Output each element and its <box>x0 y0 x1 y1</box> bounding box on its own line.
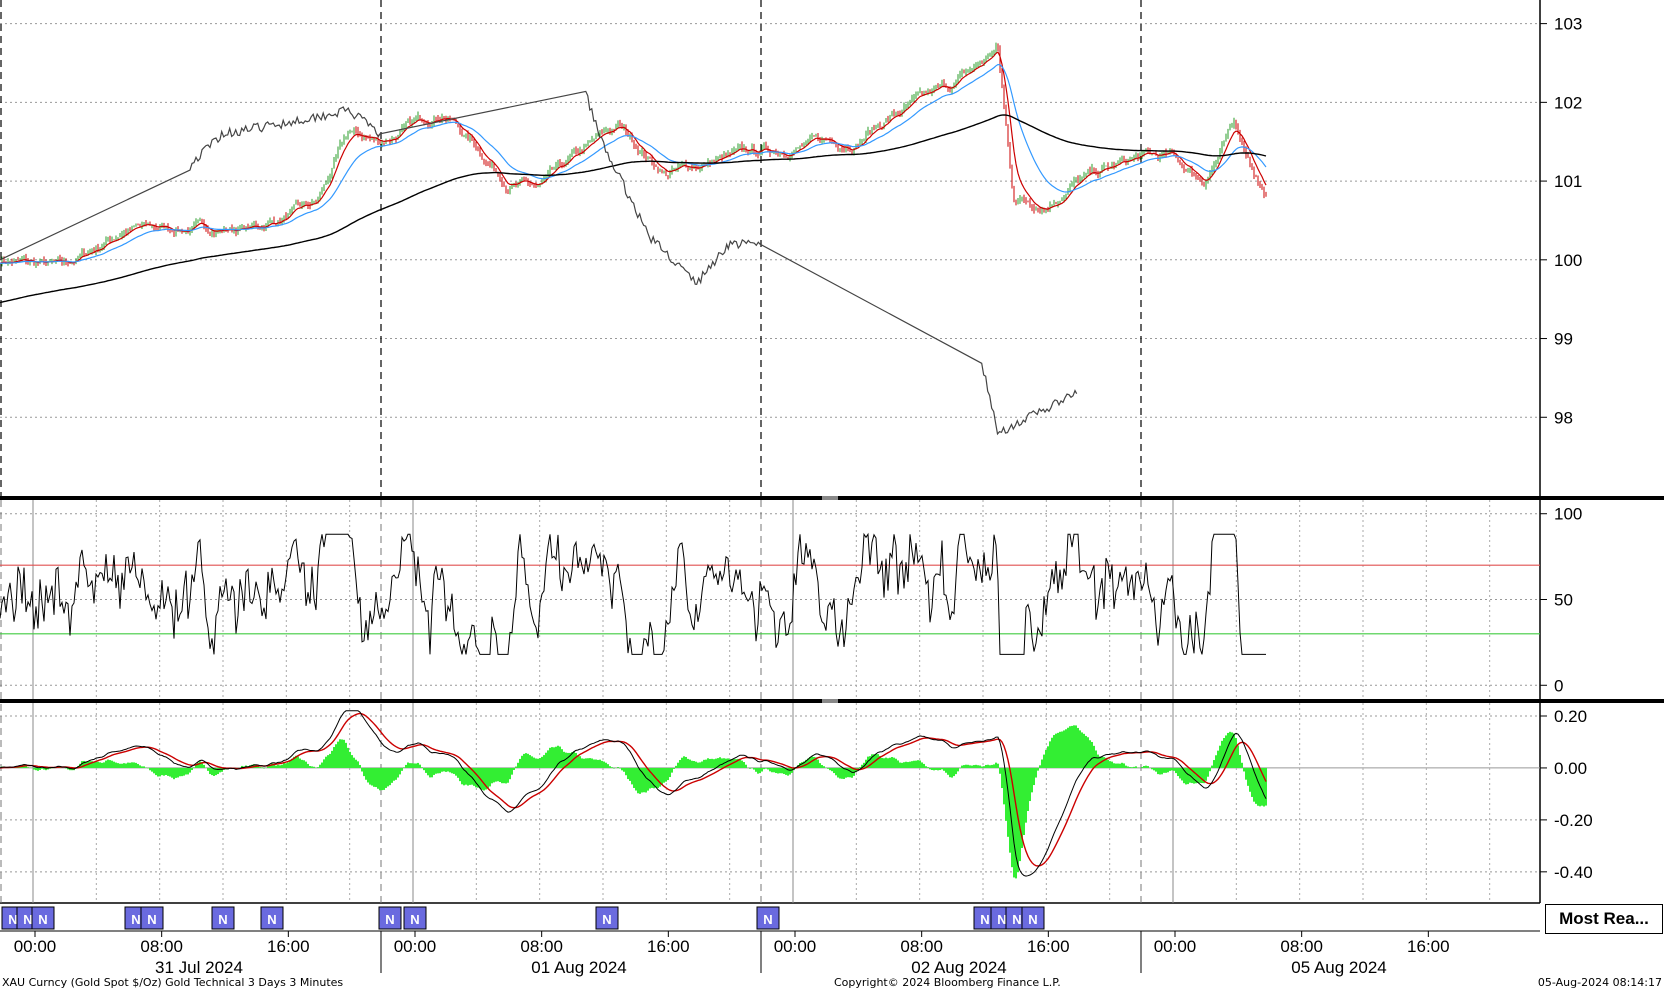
macd-tick-label: -0.40 <box>1554 863 1593 882</box>
x-tick-label: 08:00 <box>520 937 563 956</box>
panel-separator-1-handle[interactable] <box>822 496 838 500</box>
price-tick-label: 103 <box>1554 15 1582 34</box>
price-tick-label: 101 <box>1554 172 1582 191</box>
x-date-label: 02 Aug 2024 <box>911 958 1006 977</box>
news-marker-label: N <box>763 912 772 927</box>
price-tick-label: 99 <box>1554 330 1573 349</box>
rsi-tick-label: 0 <box>1554 676 1563 695</box>
news-marker-label: N <box>131 912 140 927</box>
macd-tick-label: -0.20 <box>1554 811 1593 830</box>
price-tick-label: 102 <box>1554 93 1582 112</box>
x-tick-label: 00:00 <box>394 937 437 956</box>
news-marker-label: N <box>602 912 611 927</box>
x-tick-label: 16:00 <box>647 937 690 956</box>
x-tick-label: 16:00 <box>1407 937 1450 956</box>
rsi-tick-label: 50 <box>1554 591 1573 610</box>
x-date-label: 05 Aug 2024 <box>1291 958 1386 977</box>
news-marker-label: N <box>980 912 989 927</box>
x-tick-label: 00:00 <box>1154 937 1197 956</box>
x-tick-label: 16:00 <box>1027 937 1070 956</box>
x-date-label: 31 Jul 2024 <box>155 958 243 977</box>
rsi-tick-label: 100 <box>1554 505 1582 524</box>
macd-tick-label: 0.20 <box>1554 707 1587 726</box>
x-tick-label: 16:00 <box>267 937 310 956</box>
most-read-button[interactable]: Most Rea... <box>1545 904 1663 934</box>
footer-timestamp: 05-Aug-2024 08:14:17 <box>1537 976 1662 989</box>
macd-tick-label: 0.00 <box>1554 759 1587 778</box>
news-marker-label: N <box>1012 912 1021 927</box>
panel-separator-2-handle[interactable] <box>822 699 838 703</box>
footer-ticker-description: XAU Curncy (Gold Spot $/Oz) Gold Technic… <box>2 976 344 989</box>
news-marker-label: N <box>218 912 227 927</box>
price-tick-label: 98 <box>1554 408 1573 427</box>
price-tick-label: 100 <box>1554 251 1582 270</box>
x-tick-label: 08:00 <box>140 937 183 956</box>
news-marker-label: N <box>997 912 1006 927</box>
news-marker-label: N <box>8 912 17 927</box>
news-marker-label: N <box>147 912 156 927</box>
news-marker-label: N <box>267 912 276 927</box>
news-marker-label: N <box>1028 912 1037 927</box>
news-marker-label: N <box>385 912 394 927</box>
news-marker-label: N <box>410 912 419 927</box>
news-marker-label: N <box>23 912 32 927</box>
chart-canvas: 98 99 100 101 102 103 0 50 100 0.20 0.00 -0.20 -0.40… <box>0 0 1664 993</box>
x-tick-label: 00:00 <box>14 937 57 956</box>
news-marker-label: N <box>38 912 47 927</box>
x-tick-label: 08:00 <box>1280 937 1323 956</box>
x-date-label: 01 Aug 2024 <box>531 958 626 977</box>
x-tick-label: 08:00 <box>900 937 943 956</box>
x-tick-label: 00:00 <box>774 937 817 956</box>
footer-copyright: Copyright© 2024 Bloomberg Finance L.P. <box>834 976 1061 989</box>
